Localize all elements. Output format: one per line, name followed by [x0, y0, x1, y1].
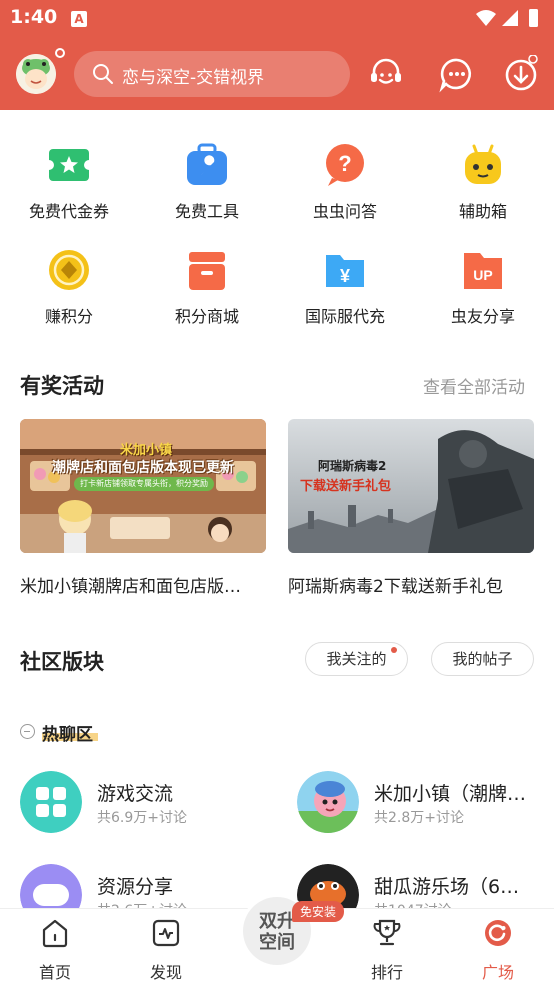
- banner-logo: 米加小镇: [120, 443, 173, 458]
- up-folder-icon: UP: [460, 247, 506, 293]
- grid-label: 虫友分享: [450, 307, 515, 326]
- nav-label: 发现: [149, 963, 182, 982]
- grid-item-qa[interactable]: ? 虫虫问答: [276, 142, 414, 222]
- grid-label: 国际服代充: [304, 307, 385, 326]
- svg-text:¥: ¥: [340, 266, 350, 286]
- coupon-icon: [44, 142, 94, 188]
- svg-text:UP: UP: [473, 267, 492, 283]
- home-icon: [42, 919, 68, 948]
- hot-section-label: 热聊区: [42, 725, 93, 745]
- grid-label: 虫虫问答: [312, 202, 377, 221]
- square-icon: [485, 920, 511, 946]
- grid-item-intl-topup[interactable]: ¥ 国际服代充: [276, 247, 414, 327]
- board-name: 游戏交流: [97, 783, 174, 805]
- activities-title: 有奖活动: [20, 374, 104, 398]
- banner-headline: 潮牌店和面包店版本现已更新: [52, 460, 234, 476]
- user-avatar[interactable]: [16, 54, 56, 94]
- board-meta: 共2.8万+讨论: [374, 810, 464, 826]
- board-name: 甜瓜游乐场（6…: [374, 876, 520, 898]
- customer-service-icon[interactable]: [367, 55, 405, 93]
- robot-icon: [460, 142, 506, 188]
- status-bar: 1:40 A: [0, 0, 554, 36]
- nav-label: 排行: [370, 963, 403, 982]
- my-posts-button[interactable]: 我的帖子: [431, 642, 534, 676]
- board-name: 米加小镇（潮牌…: [374, 783, 527, 805]
- grid-apps-icon: [20, 771, 82, 833]
- top-bar: 1:40 A 恋与深空-交错视界: [0, 0, 554, 110]
- svg-text:?: ?: [338, 151, 351, 176]
- board-game-chat[interactable]: 游戏交流 共6.9万+讨论: [20, 771, 280, 835]
- grid-item-tools[interactable]: 免费工具: [138, 142, 276, 222]
- notification-icon: A: [71, 11, 87, 27]
- activity-banner-mijia[interactable]: 米加小镇 潮牌店和面包店版本现已更新 打卡新店铺领取专属头衔，积分奖励: [20, 419, 266, 553]
- search-icon: [93, 64, 113, 84]
- activity-caption[interactable]: 米加小镇潮牌店和面包店版…: [20, 572, 270, 597]
- grid-label: 免费代金券: [28, 202, 109, 221]
- board-mijia-town[interactable]: 米加小镇（潮牌… 共2.8万+讨论: [297, 771, 537, 835]
- grid-label: 积分商城: [174, 307, 239, 326]
- status-time: 1:40: [10, 6, 58, 28]
- trophy-icon: [373, 919, 401, 946]
- grid-label: 赚积分: [44, 307, 93, 326]
- game-avatar-icon: [297, 771, 359, 833]
- bottom-navigation: 首页 发现 双升 空间 免安装 排行 广场: [0, 897, 554, 984]
- nav-label: 首页: [38, 963, 71, 982]
- nav-home[interactable]: 首页: [20, 917, 90, 983]
- coin-icon: [46, 247, 92, 293]
- view-all-activities-link[interactable]: 查看全部活动: [423, 373, 525, 398]
- activity-caption[interactable]: 阿瑞斯病毒2下载送新手礼包: [288, 572, 538, 597]
- tool-icon: [184, 142, 230, 188]
- community-title: 社区版块: [20, 650, 104, 674]
- status-icons: [476, 9, 538, 27]
- nav-label: 广场: [481, 963, 514, 982]
- yen-folder-icon: ¥: [322, 247, 368, 293]
- grid-label: 免费工具: [174, 202, 239, 221]
- question-icon: ?: [322, 142, 368, 188]
- search-placeholder: 恋与深空-交错视界: [122, 68, 265, 88]
- shop-icon: [184, 247, 230, 293]
- avatar-notification-dot: [55, 48, 65, 58]
- board-meta: 共6.9万+讨论: [97, 810, 187, 826]
- grid-label: 辅助箱: [458, 202, 507, 221]
- search-bar[interactable]: 恋与深空-交错视界: [74, 51, 350, 97]
- my-posts-label: 我的帖子: [452, 650, 513, 668]
- nav-discover[interactable]: 发现: [131, 917, 201, 983]
- nav-ranking[interactable]: 排行: [352, 917, 422, 983]
- collapse-icon[interactable]: [20, 724, 35, 739]
- grid-item-coupon[interactable]: 免费代金券: [0, 142, 138, 222]
- no-install-badge: 免安装: [292, 901, 345, 922]
- grid-item-helper[interactable]: 辅助箱: [414, 142, 552, 222]
- banner-subline: 打卡新店铺领取专属头衔，积分奖励: [74, 477, 214, 491]
- banner-headline: 下载送新手礼包: [300, 479, 392, 494]
- board-name: 资源分享: [97, 876, 174, 898]
- grid-item-points-mall[interactable]: 积分商城: [138, 247, 276, 327]
- banner-logo: 阿瑞斯病毒2: [318, 459, 387, 473]
- discover-icon: [152, 919, 180, 947]
- nav-square[interactable]: 广场: [463, 917, 533, 983]
- my-following-button[interactable]: 我关注的: [305, 642, 408, 676]
- following-notification-dot: [391, 647, 397, 653]
- download-icon[interactable]: [502, 55, 540, 93]
- grid-item-friend-share[interactable]: UP 虫友分享: [414, 247, 552, 327]
- message-icon[interactable]: [438, 55, 476, 93]
- my-following-label: 我关注的: [326, 650, 387, 668]
- activity-banner-ares[interactable]: 阿瑞斯病毒2 下载送新手礼包: [288, 419, 534, 553]
- grid-item-earn-points[interactable]: 赚积分: [0, 247, 138, 327]
